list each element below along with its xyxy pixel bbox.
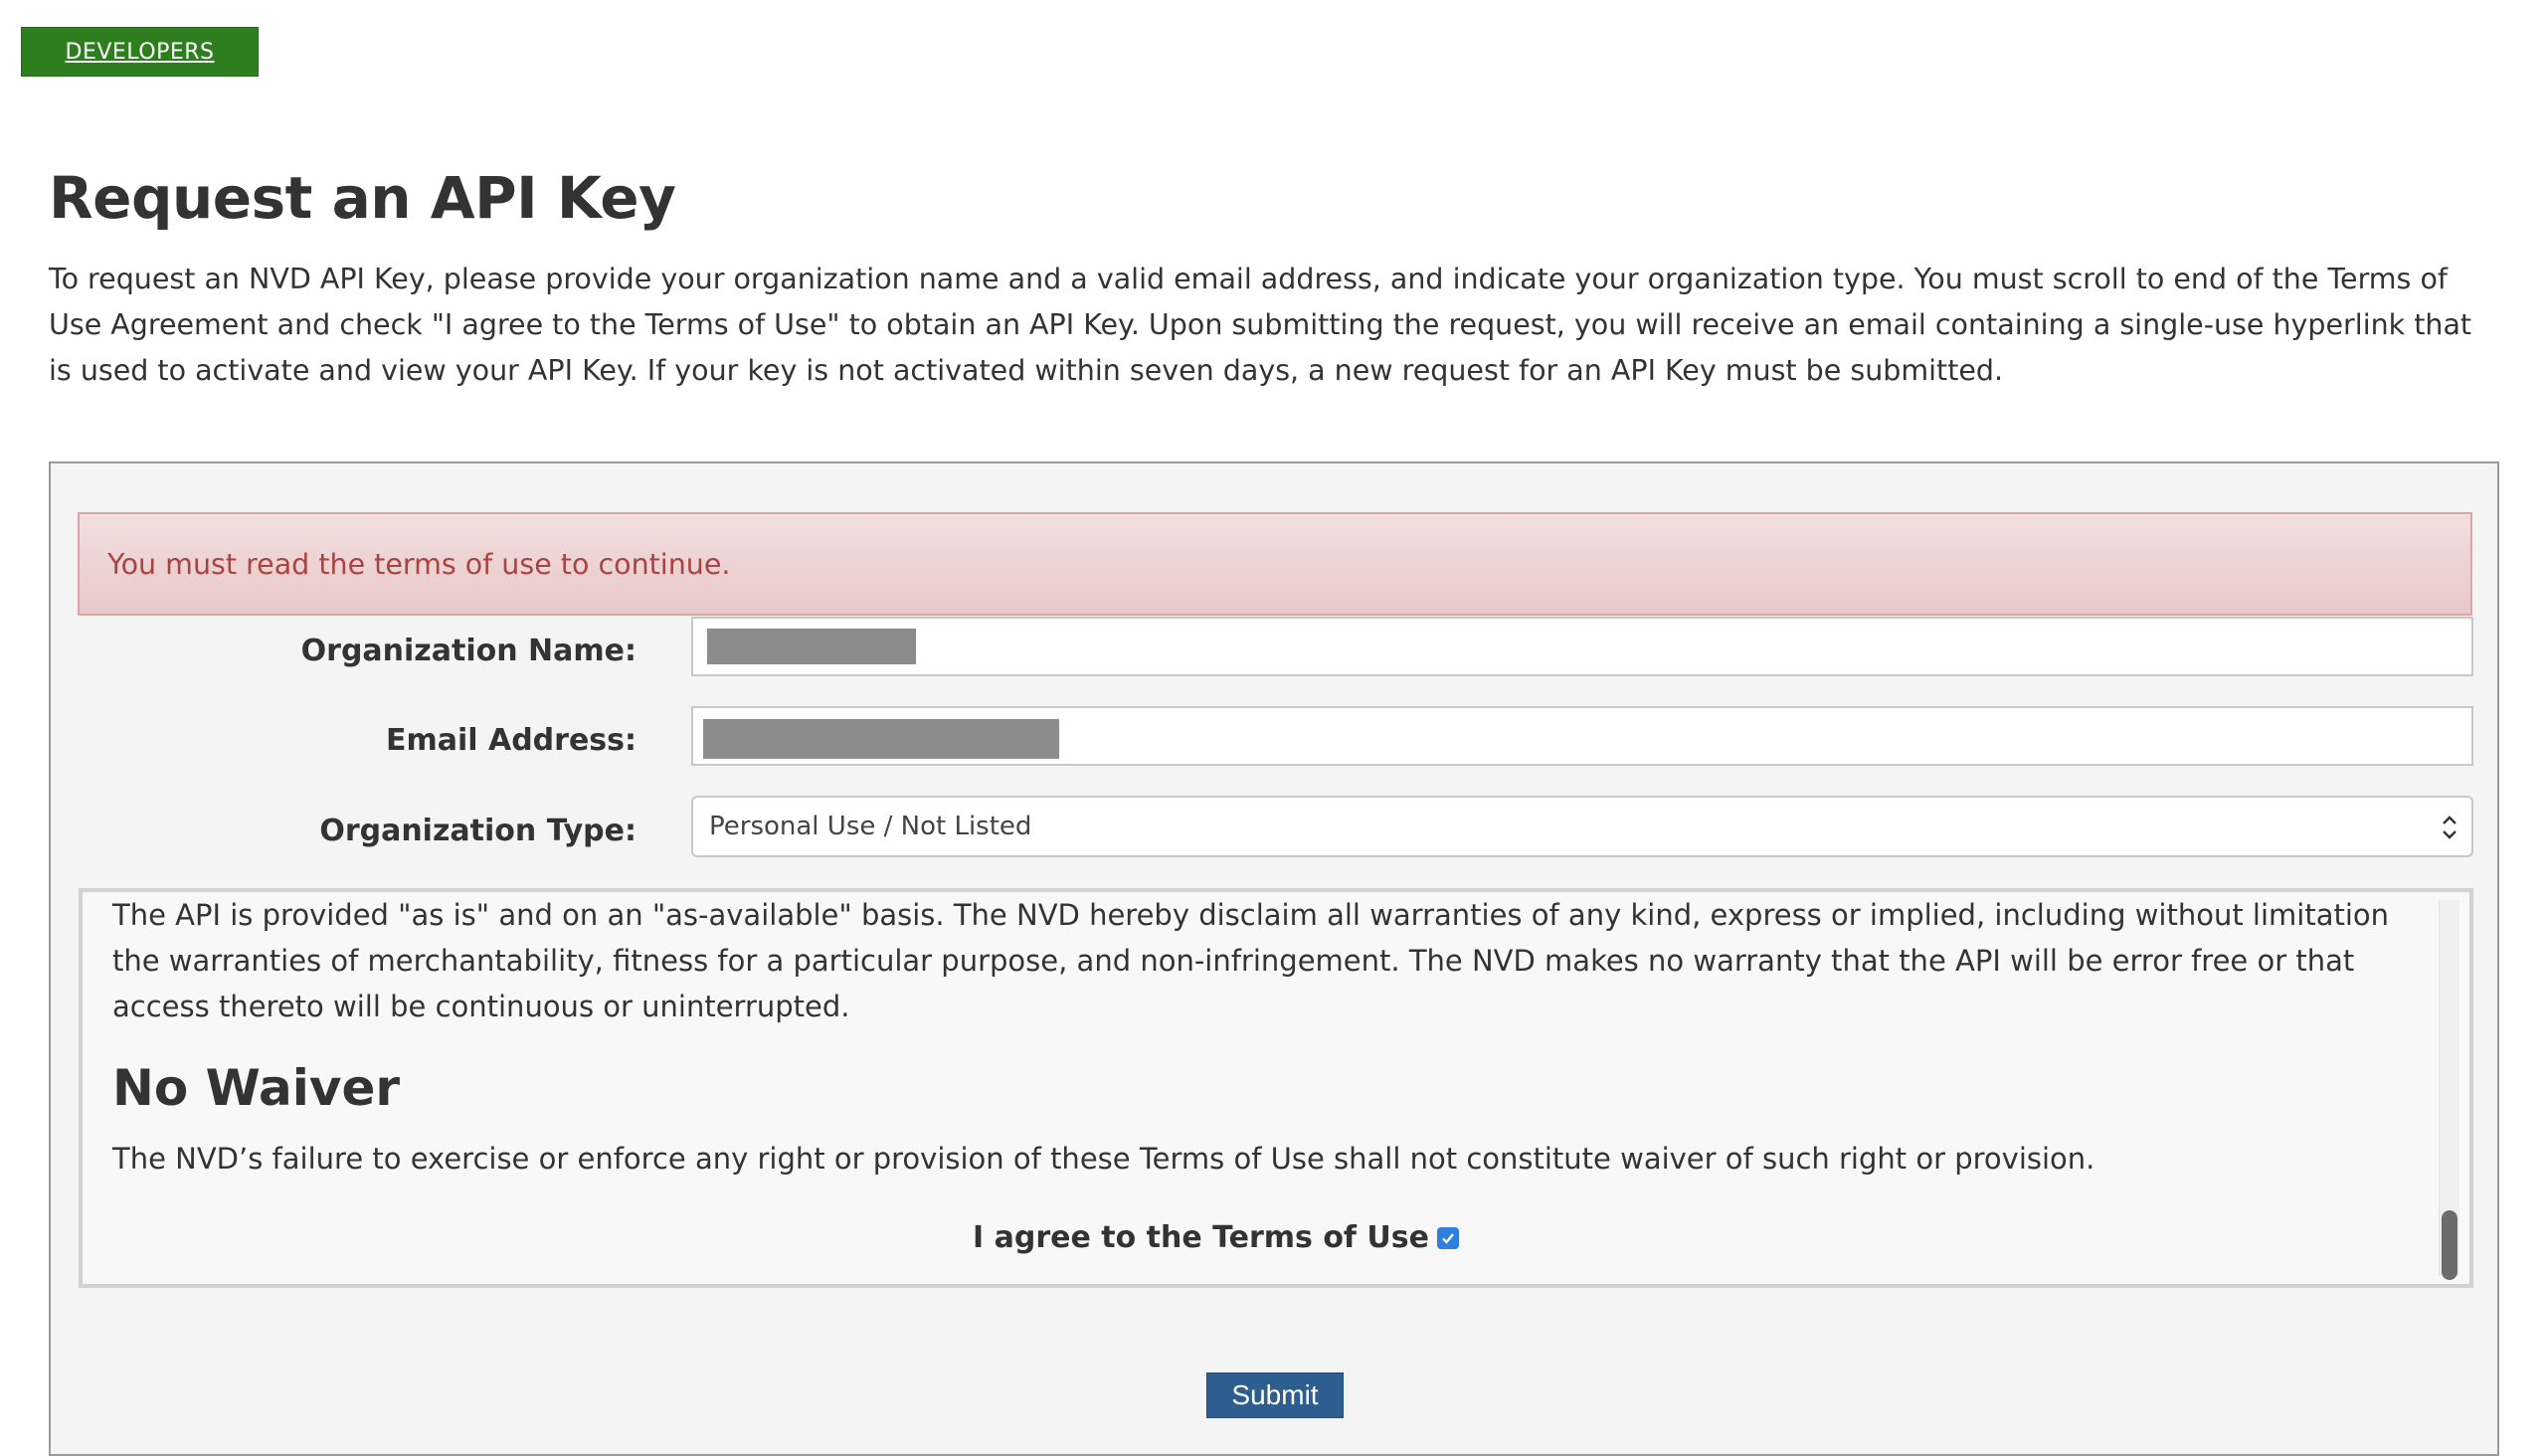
terms-paragraph: The NVD’s failure to exercise or enforce… <box>112 1142 2095 1176</box>
page-intro: To request an NVD API Key, please provid… <box>49 263 2472 387</box>
org-name-input[interactable] <box>691 617 2473 676</box>
developers-tab[interactable]: DEVELOPERS <box>21 27 259 77</box>
scrollbar-thumb[interactable] <box>2442 1210 2457 1280</box>
submit-button[interactable]: Submit <box>1206 1372 1344 1418</box>
terms-heading-no-waiver: No Waiver <box>112 1059 401 1117</box>
developers-link[interactable]: DEVELOPERS <box>66 40 215 65</box>
terms-scrollbar[interactable] <box>2439 900 2459 1280</box>
email-input[interactable] <box>691 706 2473 766</box>
redacted-value <box>707 629 916 664</box>
org-type-select[interactable]: Personal Use / Not Listed <box>691 796 2473 857</box>
terms-paragraph: The API is provided "as is" and on an "a… <box>112 898 2390 1023</box>
chevron-up-down-icon <box>2443 816 2456 839</box>
terms-alert: You must read the terms of use to contin… <box>78 512 2472 616</box>
agree-label[interactable]: I agree to the Terms of Use <box>973 1220 1429 1255</box>
org-type-selected: Personal Use / Not Listed <box>709 812 1032 841</box>
checkmark-icon <box>1442 1232 1454 1244</box>
org-name-label: Organization Name: <box>300 634 636 668</box>
agree-row: I agree to the Terms of Use <box>973 1220 1459 1255</box>
terms-of-use-scrollbox[interactable]: The API is provided "as is" and on an "a… <box>79 888 2473 1288</box>
org-type-label: Organization Type: <box>319 814 636 848</box>
alert-message: You must read the terms of use to contin… <box>107 547 731 581</box>
email-label: Email Address: <box>385 723 636 758</box>
page-title: Request an API Key <box>49 164 676 232</box>
redacted-value <box>703 719 1059 759</box>
agree-checkbox[interactable] <box>1437 1226 1459 1249</box>
